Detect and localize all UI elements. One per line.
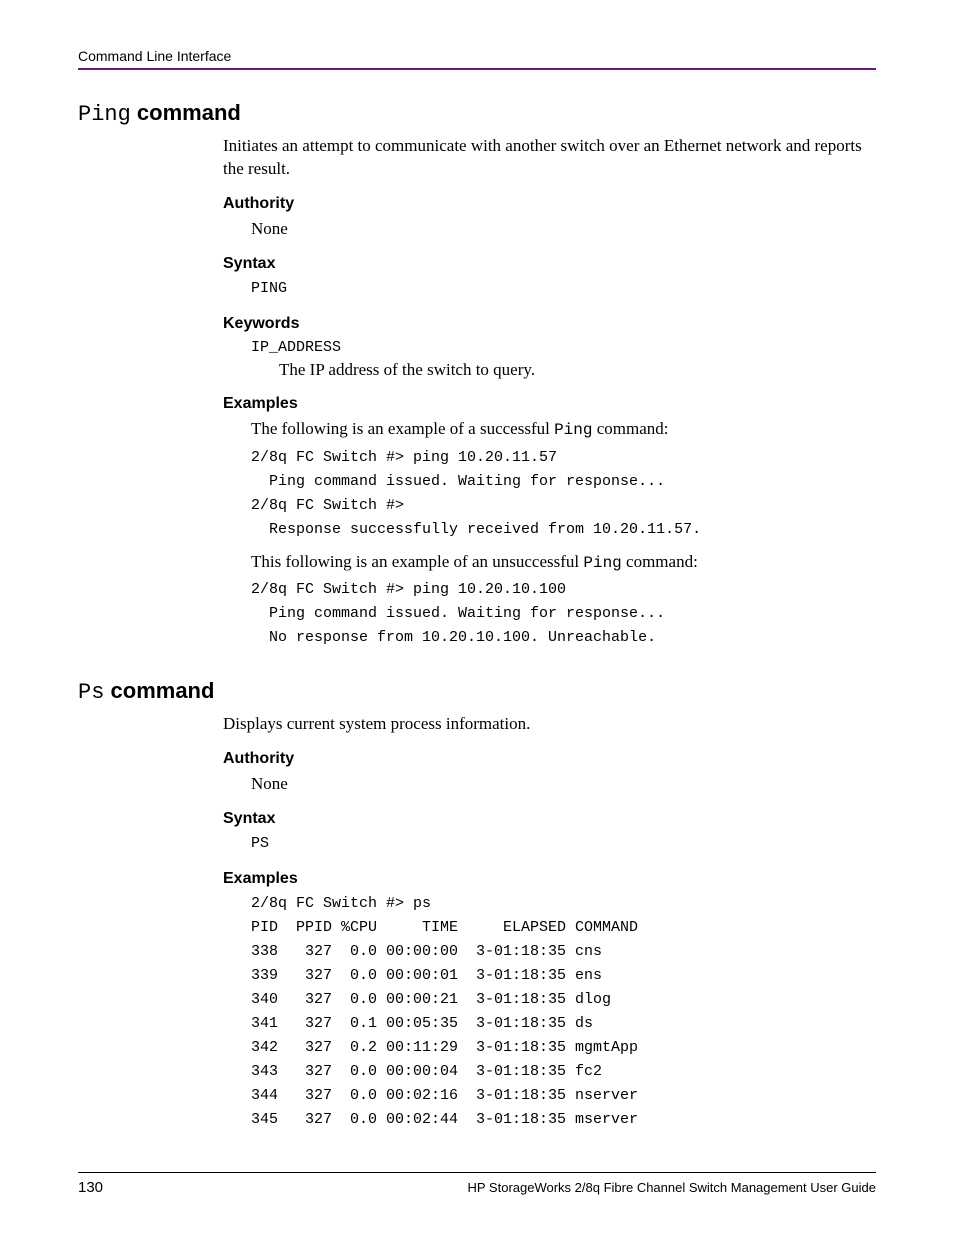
section-title-ping: Ping command	[78, 100, 876, 127]
example-intro-2: This following is an example of an unsuc…	[251, 550, 876, 574]
ping-body: Initiates an attempt to communicate with…	[223, 135, 876, 650]
example-code-2: 2/8q FC Switch #> ping 10.20.10.100 Ping…	[251, 578, 876, 650]
example-code-1: 2/8q FC Switch #> ping 10.20.11.57 Ping …	[251, 446, 876, 542]
example-intro-2b: Ping	[583, 554, 621, 572]
guide-title: HP StorageWorks 2/8q Fibre Channel Switc…	[468, 1180, 877, 1195]
example-intro-2a: This following is an example of an unsuc…	[251, 552, 583, 571]
ps-authority-label: Authority	[223, 750, 876, 768]
section-title-ps: Ps command	[78, 678, 876, 705]
ps-body: Displays current system process informat…	[223, 713, 876, 1132]
examples-label: Examples	[223, 395, 876, 413]
example-intro-1: The following is an example of a success…	[251, 417, 876, 441]
page-number: 130	[78, 1179, 103, 1196]
example-intro-1c: command:	[592, 419, 668, 438]
ps-intro: Displays current system process informat…	[223, 713, 876, 736]
section-title-bold-ps: command	[104, 678, 214, 703]
example-intro-1b: Ping	[554, 421, 592, 439]
ps-syntax-label: Syntax	[223, 810, 876, 828]
keyword-term: IP_ADDRESS	[251, 337, 876, 358]
syntax-value: PING	[251, 277, 876, 301]
ps-example-block: 2/8q FC Switch #> ps PID PPID %CPU TIME …	[251, 892, 876, 1132]
ps-example-code: 2/8q FC Switch #> ps PID PPID %CPU TIME …	[251, 892, 876, 1132]
keywords-body: IP_ADDRESS The IP address of the switch …	[251, 337, 876, 382]
ps-examples-label: Examples	[223, 870, 876, 888]
keywords-label: Keywords	[223, 315, 876, 333]
page-footer: 130 HP StorageWorks 2/8q Fibre Channel S…	[78, 1172, 876, 1196]
example-intro-1a: The following is an example of a success…	[251, 419, 554, 438]
ping-intro: Initiates an attempt to communicate with…	[223, 135, 876, 181]
authority-value: None	[251, 217, 876, 241]
ps-syntax-value: PS	[251, 832, 876, 856]
ping-example-block: The following is an example of a success…	[251, 417, 876, 650]
syntax-label: Syntax	[223, 255, 876, 273]
ps-authority-value: None	[251, 772, 876, 796]
running-header: Command Line Interface	[78, 48, 876, 64]
section-title-mono: Ping	[78, 102, 131, 127]
authority-label: Authority	[223, 195, 876, 213]
section-title-bold: command	[131, 100, 241, 125]
keyword-desc: The IP address of the switch to query.	[279, 358, 876, 382]
example-intro-2c: command:	[622, 552, 698, 571]
section-title-mono-ps: Ps	[78, 680, 104, 705]
document-page: Command Line Interface Ping command Init…	[0, 0, 954, 1236]
header-rule	[78, 68, 876, 70]
